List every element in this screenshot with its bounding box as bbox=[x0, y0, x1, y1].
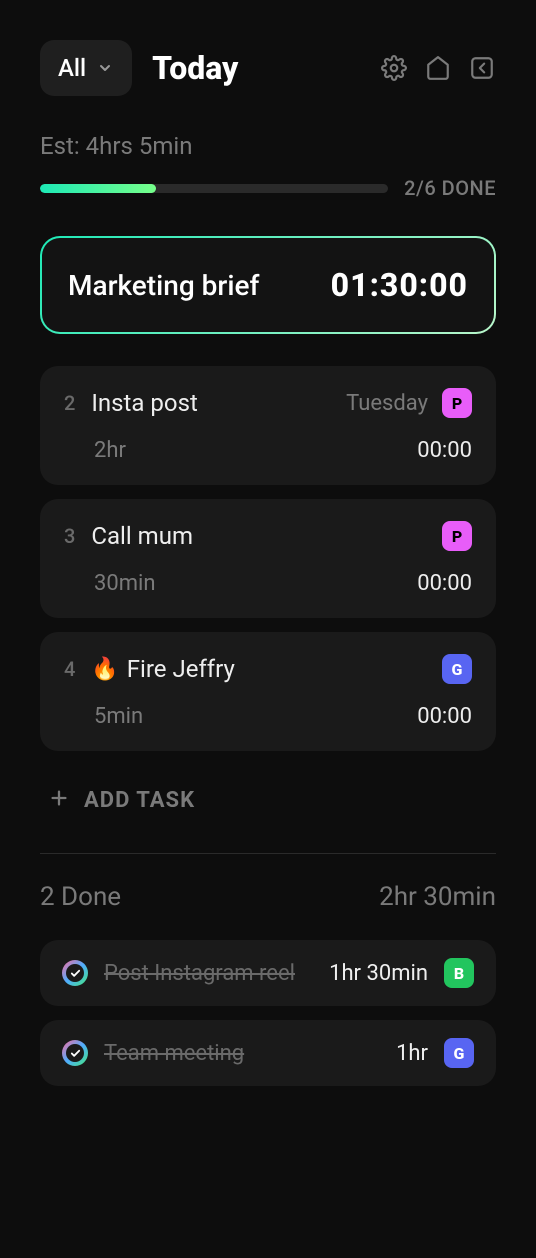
plus-icon bbox=[48, 787, 70, 813]
task-badge: G bbox=[442, 654, 472, 684]
header: All Today bbox=[40, 40, 496, 96]
task-row-top: 2 Insta post Tuesday P bbox=[64, 388, 472, 418]
done-duration: 1hr bbox=[396, 1041, 428, 1066]
done-badge: G bbox=[444, 1038, 474, 1068]
task-index: 4 bbox=[64, 657, 75, 681]
done-title: Post Instagram reel bbox=[104, 961, 329, 986]
filter-label: All bbox=[58, 54, 86, 82]
task-clock: 00:00 bbox=[417, 704, 472, 729]
done-task-card[interactable]: Post Instagram reel 1hr 30min B bbox=[40, 940, 496, 1006]
filter-dropdown[interactable]: All bbox=[40, 40, 132, 96]
task-card[interactable]: 4 🔥 Fire Jeffry G 5min 00:00 bbox=[40, 632, 496, 751]
estimate-label: Est: 4hrs 5min bbox=[40, 132, 496, 160]
check-icon bbox=[62, 1040, 88, 1066]
task-card[interactable]: 2 Insta post Tuesday P 2hr 00:00 bbox=[40, 366, 496, 485]
check-icon bbox=[62, 960, 88, 986]
task-badge: P bbox=[442, 388, 472, 418]
divider bbox=[40, 853, 496, 854]
add-task-button[interactable]: ADD TASK bbox=[40, 765, 496, 835]
task-row-top: 4 🔥 Fire Jeffry G bbox=[64, 654, 472, 684]
progress-fill bbox=[40, 184, 156, 193]
done-total-time: 2hr 30min bbox=[379, 882, 496, 912]
done-badge: B bbox=[444, 958, 474, 988]
settings-icon[interactable] bbox=[380, 54, 408, 82]
done-header: 2 Done 2hr 30min bbox=[40, 882, 496, 912]
task-title: Insta post bbox=[91, 389, 346, 417]
done-task-card[interactable]: Team meeting 1hr G bbox=[40, 1020, 496, 1086]
header-left: All Today bbox=[40, 40, 238, 96]
active-task-time: 01:30:00 bbox=[331, 266, 468, 304]
done-title: Team meeting bbox=[104, 1041, 396, 1066]
task-title: Call mum bbox=[91, 522, 442, 550]
task-clock: 00:00 bbox=[417, 571, 472, 596]
task-clock: 00:00 bbox=[417, 438, 472, 463]
done-count: 2 Done bbox=[40, 882, 121, 912]
collapse-icon[interactable] bbox=[468, 54, 496, 82]
task-row-bottom: 2hr 00:00 bbox=[64, 438, 472, 463]
home-icon[interactable] bbox=[424, 54, 452, 82]
active-task-name: Marketing brief bbox=[68, 269, 259, 302]
task-meta: Tuesday bbox=[346, 391, 428, 416]
task-estimate: 2hr bbox=[64, 438, 126, 463]
task-list: 2 Insta post Tuesday P 2hr 00:00 3 Call … bbox=[40, 366, 496, 751]
progress-row: 2/6 DONE bbox=[40, 176, 496, 200]
add-task-label: ADD TASK bbox=[84, 788, 195, 813]
progress-text: 2/6 DONE bbox=[404, 176, 496, 200]
task-title: Fire Jeffry bbox=[127, 655, 442, 683]
done-duration: 1hr 30min bbox=[329, 961, 428, 986]
progress-bar bbox=[40, 184, 388, 193]
header-icons bbox=[380, 54, 496, 82]
task-index: 2 bbox=[64, 391, 75, 415]
chevron-down-icon bbox=[96, 59, 114, 77]
task-estimate: 5min bbox=[64, 704, 143, 729]
task-badge: P bbox=[442, 521, 472, 551]
task-row-bottom: 5min 00:00 bbox=[64, 704, 472, 729]
task-estimate: 30min bbox=[64, 571, 156, 596]
estimate-section: Est: 4hrs 5min 2/6 DONE bbox=[40, 132, 496, 200]
done-list: Post Instagram reel 1hr 30min B Team mee… bbox=[40, 940, 496, 1086]
task-index: 3 bbox=[64, 524, 75, 548]
task-emoji: 🔥 bbox=[91, 657, 118, 682]
task-card[interactable]: 3 Call mum P 30min 00:00 bbox=[40, 499, 496, 618]
task-row-bottom: 30min 00:00 bbox=[64, 571, 472, 596]
task-row-top: 3 Call mum P bbox=[64, 521, 472, 551]
page-title: Today bbox=[152, 49, 238, 87]
active-task-card[interactable]: Marketing brief 01:30:00 bbox=[40, 236, 496, 334]
